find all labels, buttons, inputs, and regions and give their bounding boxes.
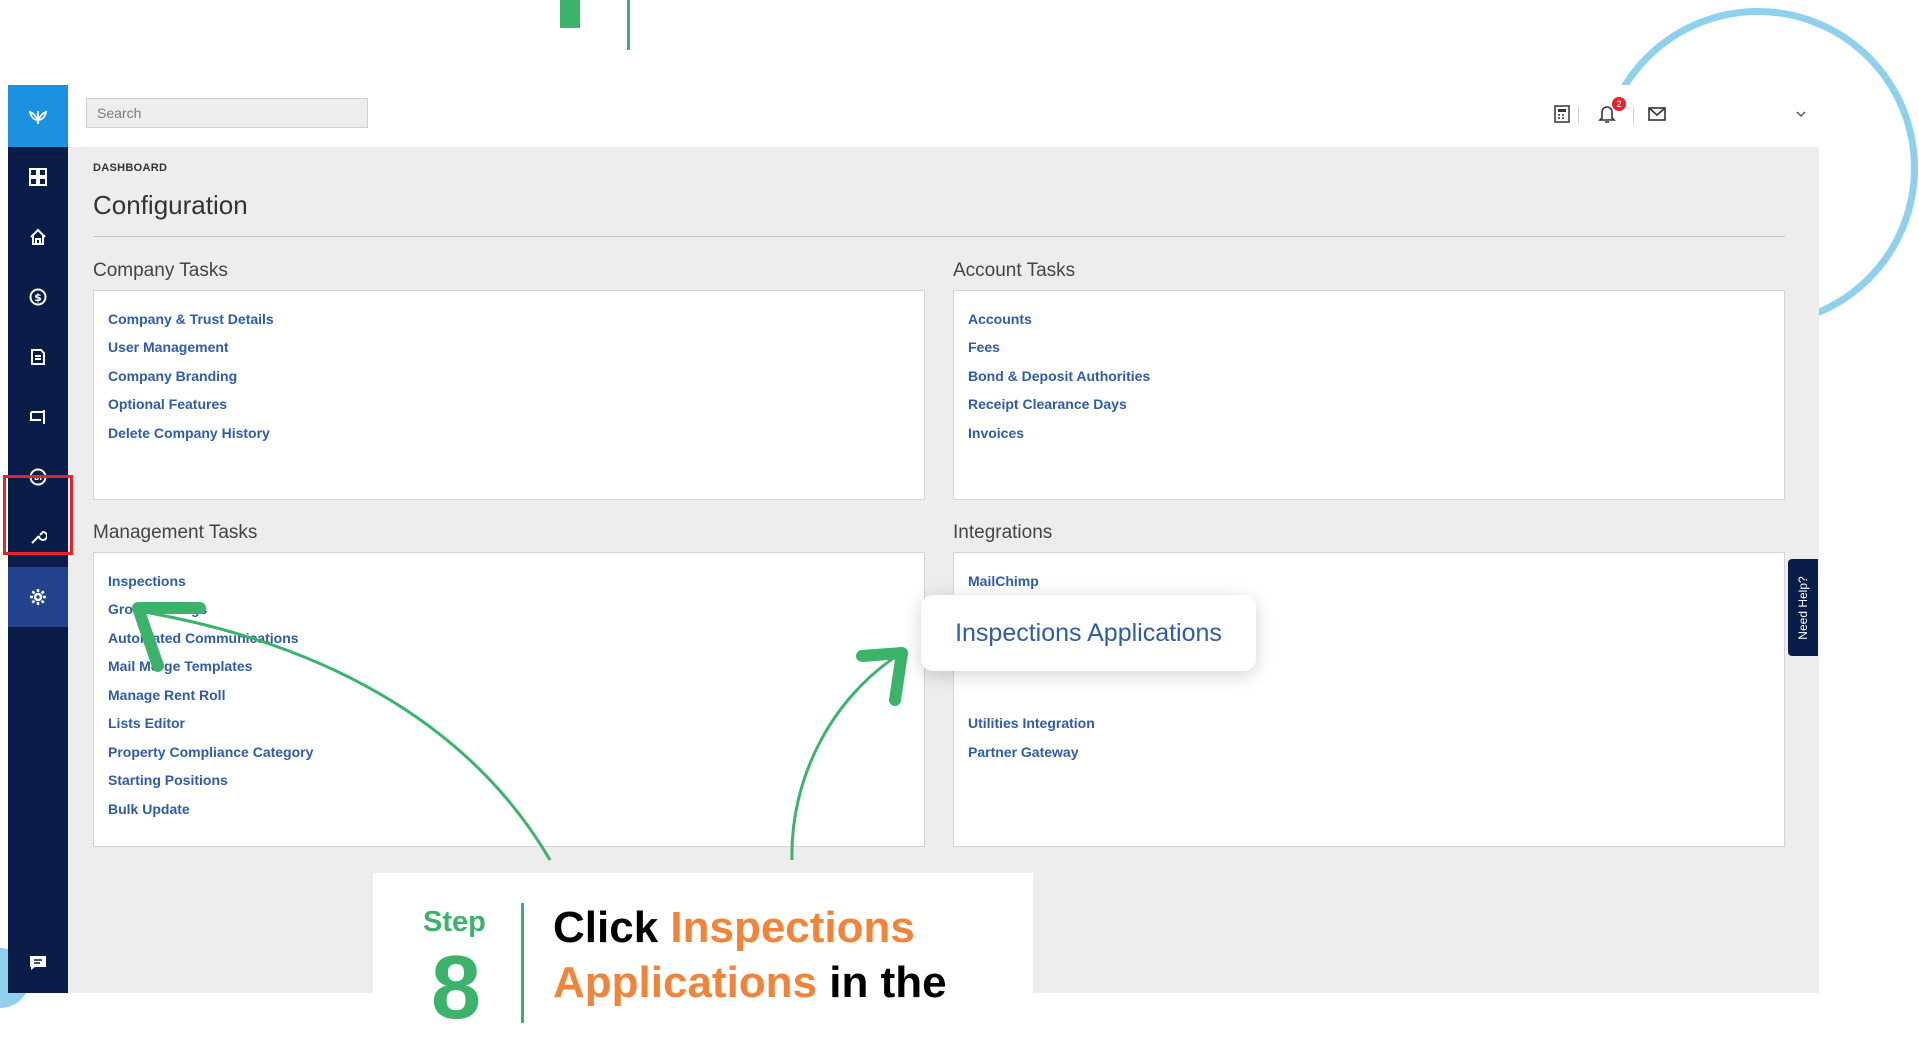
step-text: Click	[553, 903, 671, 952]
step-instruction-line2: Applications in the	[553, 958, 947, 1008]
inspections-applications-callout[interactable]: Inspections Applications	[921, 595, 1256, 671]
step-instruction-line1: Click Inspections	[553, 903, 915, 953]
step-card: Step 8 Click Inspections Applications in…	[373, 873, 1033, 1033]
step-highlight: Applications	[553, 958, 818, 1007]
step-divider	[521, 903, 524, 1023]
step-text: in the	[817, 958, 947, 1007]
step-highlight: Inspections	[670, 903, 915, 952]
step-label: Step	[423, 906, 486, 938]
step-number: 8	[431, 938, 482, 1038]
annotation-arrows	[132, 602, 908, 861]
